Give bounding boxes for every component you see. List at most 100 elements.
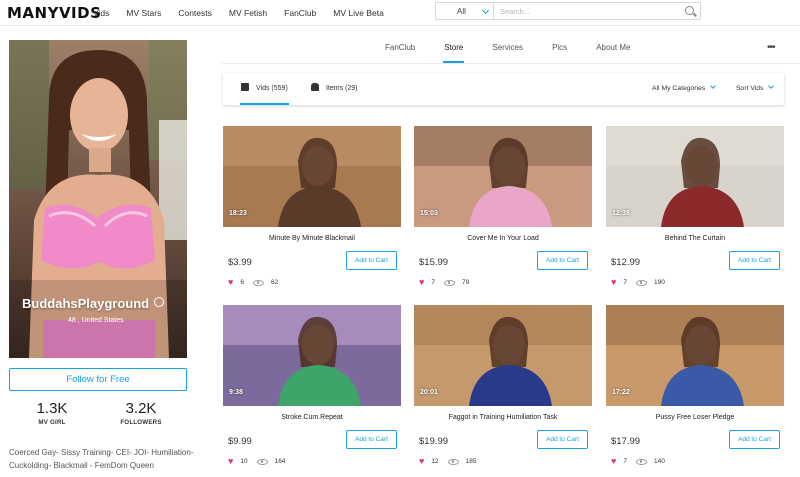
subtab-vids-label: Vids (559) xyxy=(256,85,288,92)
video-title[interactable]: Stroke.Cum.Repeat xyxy=(223,414,401,421)
video-card[interactable]: 17:22 Pussy Free Loser Pledge $17.99 Add to… xyxy=(606,305,784,477)
nav-contests[interactable]: Contests xyxy=(178,8,212,18)
site-logo[interactable]: MANYVIDS xyxy=(7,4,101,22)
eye-icon xyxy=(443,279,455,286)
views-count: 62 xyxy=(270,279,279,286)
video-price: $12.99 xyxy=(611,257,641,268)
tab-about-me[interactable]: About Me xyxy=(596,40,630,64)
heart-icon[interactable]: ♥ xyxy=(419,457,424,466)
video-thumbnail[interactable]: 17:22 xyxy=(606,305,784,406)
thumbnail-image xyxy=(606,126,784,227)
video-thumbnail[interactable]: 9:38 xyxy=(223,305,401,406)
video-stats: ♥ 10 164 xyxy=(228,457,285,466)
stat-followers: 3.2K FOLLOWERS xyxy=(111,400,171,426)
profile-name-text: BuddahsPlayground xyxy=(22,296,150,311)
video-card[interactable]: 12:38 Behind The Curtain $12.99 Add to Cart… xyxy=(606,126,784,298)
video-duration: 20:01 xyxy=(420,389,438,396)
chevron-down-icon xyxy=(710,83,717,89)
video-stats: ♥ 12 185 xyxy=(419,457,476,466)
video-price: $17.99 xyxy=(611,436,641,447)
video-thumbnail[interactable]: 15:03 xyxy=(414,126,592,227)
eye-icon xyxy=(256,458,268,465)
add-to-cart-button[interactable]: Add to Cart xyxy=(346,251,397,270)
top-navigation-bar: MANYVIDS Vids MV Stars Contests MV Fetis… xyxy=(0,0,800,26)
video-price: $9.99 xyxy=(228,436,252,447)
nav-mv-stars[interactable]: MV Stars xyxy=(126,8,161,18)
video-title[interactable]: Cover Me In Your Load xyxy=(414,235,592,242)
subtab-vids[interactable]: Vids (559) xyxy=(240,73,289,105)
tabs-divider xyxy=(222,63,800,64)
nav-vids[interactable]: Vids xyxy=(93,8,109,18)
video-card[interactable]: 9:38 Stroke.Cum.Repeat $9.99 Add to Cart ♥ 10… xyxy=(223,305,401,477)
search-scope-select[interactable]: All xyxy=(435,2,494,20)
profile-location: 48 , United States xyxy=(68,317,124,324)
follow-button[interactable]: Follow for Free xyxy=(9,368,187,391)
video-thumbnail[interactable]: 20:01 xyxy=(414,305,592,406)
more-options-icon[interactable]: ••• xyxy=(767,42,775,53)
nav-mv-live-beta[interactable]: MV Live Beta xyxy=(333,8,384,18)
video-card[interactable]: 18:23 Minute By Minute Blackmail $3.99 Add … xyxy=(223,126,401,298)
heart-icon[interactable]: ♥ xyxy=(228,457,233,466)
views-count: 140 xyxy=(653,458,665,465)
video-duration: 15:03 xyxy=(420,210,438,217)
tab-services[interactable]: Services xyxy=(492,40,523,64)
stat-value: 1.3K xyxy=(36,400,68,417)
video-card[interactable]: 20:01 Faggot in Training Humiliation Task… xyxy=(414,305,592,477)
video-thumbnail[interactable]: 12:38 xyxy=(606,126,784,227)
eye-icon xyxy=(447,458,459,465)
video-price: $19.99 xyxy=(419,436,449,447)
search-placeholder: Search... xyxy=(500,7,531,16)
video-thumbnail[interactable]: 18:23 xyxy=(223,126,401,227)
stat-label: FOLLOWERS xyxy=(120,419,162,426)
add-to-cart-button[interactable]: Add to Cart xyxy=(729,251,780,270)
heart-icon[interactable]: ♥ xyxy=(419,278,424,287)
subtab-items[interactable]: Items (29) xyxy=(311,73,358,105)
stat-value: 3.2K xyxy=(125,400,157,417)
search-scope-value: All xyxy=(457,7,466,16)
tab-fanclub[interactable]: FanClub xyxy=(385,40,415,64)
add-to-cart-button[interactable]: Add to Cart xyxy=(729,430,780,449)
video-title[interactable]: Pussy Free Loser Pledge xyxy=(606,414,784,421)
thumbnail-image xyxy=(223,305,401,406)
categories-dropdown[interactable]: All My Categories xyxy=(652,73,717,105)
likes-count: 6 xyxy=(240,279,244,286)
search-input[interactable]: Search... xyxy=(494,2,701,20)
video-stats: ♥ 7 190 xyxy=(611,278,665,287)
nav-fanclub[interactable]: FanClub xyxy=(284,8,316,18)
video-card[interactable]: 15:03 Cover Me In Your Load $15.99 Add to C… xyxy=(414,126,592,298)
video-duration: 18:23 xyxy=(229,210,247,217)
views-count: 190 xyxy=(653,279,665,286)
views-count: 185 xyxy=(465,458,477,465)
profile-name[interactable]: BuddahsPlayground xyxy=(22,296,165,311)
thumbnail-image xyxy=(414,305,592,406)
video-duration: 17:22 xyxy=(612,389,630,396)
shirt-icon xyxy=(311,83,319,91)
video-stats: ♥ 6 62 xyxy=(228,278,278,287)
likes-count: 10 xyxy=(240,458,248,465)
video-duration: 9:38 xyxy=(229,389,244,396)
views-count: 79 xyxy=(461,279,470,286)
heart-icon[interactable]: ♥ xyxy=(228,278,233,287)
likes-count: 7 xyxy=(623,279,627,286)
search-icon[interactable] xyxy=(685,6,694,15)
sort-dropdown[interactable]: Sort Vids xyxy=(736,73,775,105)
heart-icon[interactable]: ♥ xyxy=(611,278,616,287)
heart-icon[interactable]: ♥ xyxy=(611,457,616,466)
store-subbar: Vids (559) Items (29) All My Categories … xyxy=(223,73,784,105)
thumbnail-image xyxy=(414,126,592,227)
tab-store[interactable]: Store xyxy=(443,40,465,64)
likes-count: 12 xyxy=(431,458,439,465)
nav-mv-fetish[interactable]: MV Fetish xyxy=(229,8,267,18)
video-stats: ♥ 7 140 xyxy=(611,457,665,466)
tab-pics[interactable]: Pics xyxy=(552,40,567,64)
add-to-cart-button[interactable]: Add to Cart xyxy=(537,430,588,449)
thumbnail-image xyxy=(223,126,401,227)
add-to-cart-button[interactable]: Add to Cart xyxy=(346,430,397,449)
video-stats: ♥ 7 79 xyxy=(419,278,469,287)
eye-icon xyxy=(252,279,264,286)
video-title[interactable]: Faggot in Training Humiliation Task xyxy=(414,414,592,421)
video-title[interactable]: Behind The Curtain xyxy=(606,235,784,242)
thumbnail-image xyxy=(606,305,784,406)
add-to-cart-button[interactable]: Add to Cart xyxy=(537,251,588,270)
video-title[interactable]: Minute By Minute Blackmail xyxy=(223,235,401,242)
